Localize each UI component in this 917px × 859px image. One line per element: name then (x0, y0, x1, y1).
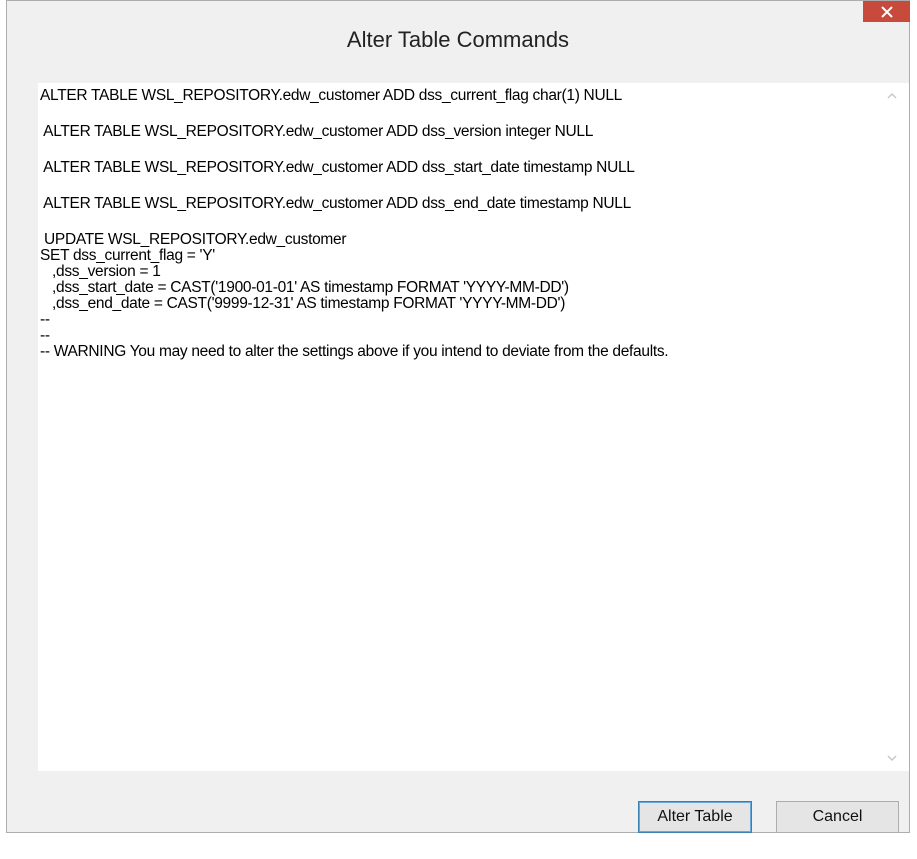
title-bar[interactable]: Alter Table Commands (7, 1, 910, 81)
command-line: ,dss_end_date = CAST('9999-12-31' AS tim… (40, 295, 566, 312)
scroll-down-button[interactable] (883, 749, 901, 767)
commands-text-area[interactable]: ALTER TABLE WSL_REPOSITORY.edw_customer … (38, 83, 909, 771)
command-line: -- (40, 311, 50, 328)
vertical-scrollbar[interactable] (883, 87, 901, 767)
command-line: ALTER TABLE WSL_REPOSITORY.edw_customer … (40, 159, 635, 176)
cancel-button[interactable]: Cancel (776, 801, 899, 833)
close-button[interactable] (863, 1, 910, 22)
command-line: ,dss_version = 1 (40, 263, 161, 280)
command-line: ,dss_start_date = CAST('1900-01-01' AS t… (40, 279, 569, 296)
command-line: ALTER TABLE WSL_REPOSITORY.edw_customer … (40, 87, 622, 104)
alter-table-dialog: Alter Table Commands ALTER TABLE WSL_REP… (6, 0, 910, 833)
commands-lines: ALTER TABLE WSL_REPOSITORY.edw_customer … (38, 83, 909, 360)
command-line (40, 140, 909, 160)
close-icon (880, 5, 893, 18)
scroll-up-button[interactable] (883, 87, 901, 105)
chevron-up-icon (887, 92, 897, 99)
command-line: -- (40, 327, 50, 344)
command-line: ALTER TABLE WSL_REPOSITORY.edw_customer … (40, 195, 631, 212)
dialog-title: Alter Table Commands (346, 27, 570, 52)
command-line: SET dss_current_flag = 'Y' (40, 247, 215, 264)
chevron-down-icon (887, 755, 897, 762)
command-line (40, 176, 909, 196)
alter-table-button[interactable]: Alter Table (638, 801, 752, 833)
command-line: UPDATE WSL_REPOSITORY.edw_customer (40, 231, 347, 248)
command-line: ALTER TABLE WSL_REPOSITORY.edw_customer … (40, 123, 594, 140)
command-line (40, 212, 909, 232)
command-line (40, 104, 909, 124)
command-line: -- WARNING You may need to alter the set… (40, 343, 669, 360)
